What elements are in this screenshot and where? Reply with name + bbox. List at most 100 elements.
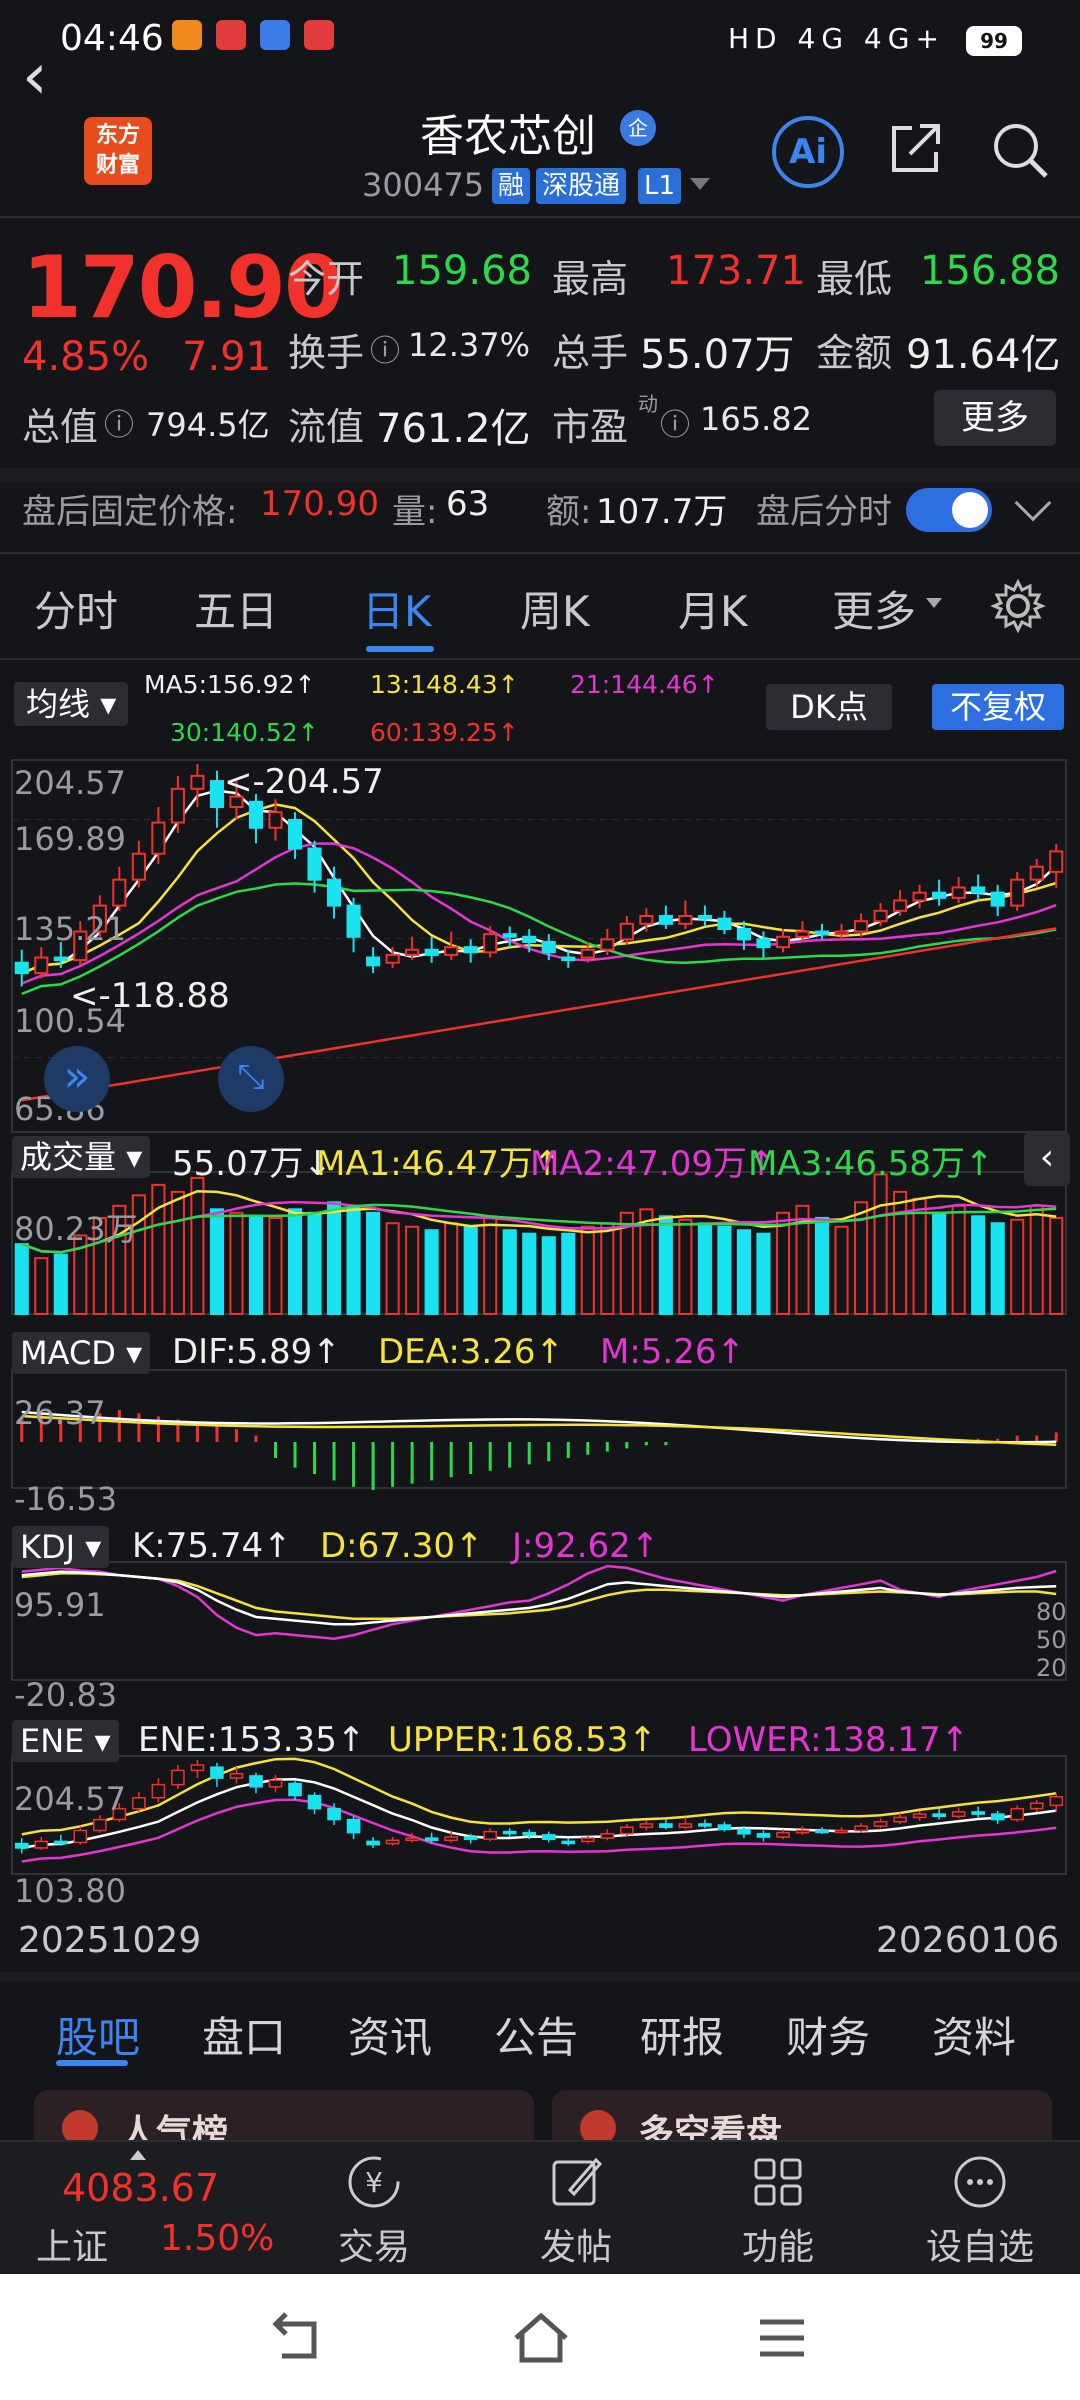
tab-intraday[interactable]: 分时 xyxy=(34,578,118,639)
post-label[interactable]: 发帖 xyxy=(540,2218,612,2270)
tab-more[interactable]: 更多 xyxy=(832,578,916,639)
tab-announcements[interactable]: 公告 xyxy=(494,2004,578,2065)
candle-body xyxy=(209,780,224,809)
ma21-value: 21:144.46↑ xyxy=(570,670,719,699)
kdj-j-line xyxy=(21,1564,1057,1640)
kdj-level-20: 20 xyxy=(1036,1654,1067,1682)
float-value: 761.2亿 xyxy=(376,406,531,452)
volume-bar xyxy=(1010,1218,1025,1315)
info-icon[interactable]: ⓘ xyxy=(660,400,690,444)
kdj-selector[interactable]: KDJ ▾ xyxy=(12,1526,110,1568)
ene-candle-body xyxy=(483,1830,498,1840)
ene-y-top-label: 204.57 xyxy=(14,1780,126,1818)
candle-body xyxy=(658,915,673,925)
ma-selector-button[interactable]: 均线 ▾ xyxy=(14,682,129,726)
candle-body xyxy=(1029,865,1044,881)
low-label: 最低 xyxy=(816,257,893,301)
pe-value: 165.82 xyxy=(700,400,812,438)
ene-candle-body xyxy=(756,1833,771,1838)
margin-tag: 融 xyxy=(492,168,531,204)
dk-point-button[interactable]: DK点 xyxy=(766,684,892,730)
index-name[interactable]: 上证 xyxy=(36,2218,108,2270)
ene-candle-body xyxy=(1010,1807,1025,1821)
tab-monthly-k[interactable]: 月K xyxy=(678,578,748,639)
tab-profile[interactable]: 资料 xyxy=(932,2004,1016,2065)
volume-label: 总手 xyxy=(552,331,629,375)
more-quote-button[interactable]: 更多 xyxy=(934,390,1056,446)
ene-candle-body xyxy=(541,1834,556,1840)
candle-body xyxy=(385,953,400,964)
candle-body xyxy=(756,938,771,949)
expand-icon[interactable]: » xyxy=(44,1046,110,1112)
volume-bar xyxy=(248,1215,264,1315)
watchlist-label[interactable]: 设自选 xyxy=(926,2218,1034,2270)
volume-bar xyxy=(912,1197,927,1316)
tab-orderbook[interactable]: 盘口 xyxy=(202,2004,286,2065)
ene-lower-line xyxy=(21,1798,1057,1863)
candle-body xyxy=(405,948,420,956)
ene-candle-body xyxy=(580,1837,595,1843)
macd-selector[interactable]: MACD ▾ xyxy=(12,1332,151,1374)
macd-dif: DIF:5.89↑ xyxy=(172,1332,341,1372)
chevron-down-icon[interactable] xyxy=(1014,484,1052,522)
tab-weekly-k[interactable]: 周K xyxy=(520,578,590,639)
functions-icon[interactable] xyxy=(746,2150,810,2214)
after-hours-toggle[interactable] xyxy=(906,488,992,532)
system-back-icon[interactable] xyxy=(268,2310,328,2366)
tab-financials[interactable]: 财务 xyxy=(786,2004,870,2065)
after-hours-vol-label: 量: xyxy=(392,492,438,532)
ene-y-bottom-label: 103.80 xyxy=(14,1872,126,1910)
level-tag: L1 xyxy=(638,168,682,204)
back-icon[interactable]: ‹ xyxy=(22,40,48,114)
collapse-panel-icon[interactable]: ‹ xyxy=(1024,1132,1070,1186)
share-icon[interactable] xyxy=(886,118,946,178)
info-icon[interactable]: ⓘ xyxy=(104,400,134,444)
candle-body xyxy=(170,787,185,824)
candle-body xyxy=(190,774,205,790)
system-menu-icon[interactable] xyxy=(752,2312,812,2364)
ene-candle-body xyxy=(522,1831,537,1836)
ene-candle-body xyxy=(698,1823,712,1827)
caret-down-icon[interactable] xyxy=(690,178,710,190)
volume-bar xyxy=(229,1211,244,1316)
tab-forum[interactable]: 股吧 xyxy=(56,2004,140,2065)
ene-candle-body xyxy=(73,1829,88,1844)
candle-body xyxy=(639,915,654,925)
volume-bar xyxy=(502,1229,517,1316)
trade-icon[interactable]: ¥ xyxy=(342,2150,406,2214)
amount-label: 金额 xyxy=(816,331,893,375)
ai-assistant-button[interactable]: Ai xyxy=(772,116,844,188)
index-change[interactable]: 1.50% xyxy=(160,2218,274,2259)
info-icon[interactable]: ⓘ xyxy=(370,326,400,370)
system-home-icon[interactable] xyxy=(510,2310,572,2366)
tab-news[interactable]: 资讯 xyxy=(348,2004,432,2065)
ma30-value: 30:140.52↑ xyxy=(170,718,319,747)
after-hours-amt: 107.7万 xyxy=(596,492,728,532)
index-value[interactable]: 4083.67 xyxy=(62,2166,219,2210)
ene-candle-body xyxy=(659,1823,673,1828)
volume-bar xyxy=(34,1257,49,1316)
ene-candle-body xyxy=(405,1837,419,1842)
ene-candle-body xyxy=(639,1823,654,1828)
ene-candle-body xyxy=(229,1772,244,1779)
volume-selector[interactable]: 成交量 ▾ xyxy=(12,1136,151,1178)
fullscreen-icon[interactable]: ⤡ xyxy=(218,1046,284,1112)
gear-icon[interactable] xyxy=(990,578,1046,634)
volume-bar xyxy=(678,1218,693,1315)
functions-label[interactable]: 功能 xyxy=(742,2218,814,2270)
volume-bar xyxy=(190,1176,205,1316)
trade-label[interactable]: 交易 xyxy=(338,2218,410,2270)
candle-body xyxy=(795,930,810,938)
post-icon[interactable] xyxy=(544,2150,608,2214)
volume-bar xyxy=(893,1190,908,1315)
watchlist-icon[interactable] xyxy=(948,2150,1012,2214)
tab-research[interactable]: 研报 xyxy=(640,2004,724,2065)
volume-bar xyxy=(483,1215,498,1315)
search-icon[interactable] xyxy=(988,118,1052,182)
caret-down-icon[interactable] xyxy=(926,598,942,608)
volume-bar xyxy=(814,1217,830,1316)
tab-five-day[interactable]: 五日 xyxy=(194,578,278,639)
no-adjust-button[interactable]: 不复权 xyxy=(932,684,1064,730)
tab-daily-k[interactable]: 日K xyxy=(362,578,432,639)
ene-selector[interactable]: ENE ▾ xyxy=(12,1720,119,1762)
